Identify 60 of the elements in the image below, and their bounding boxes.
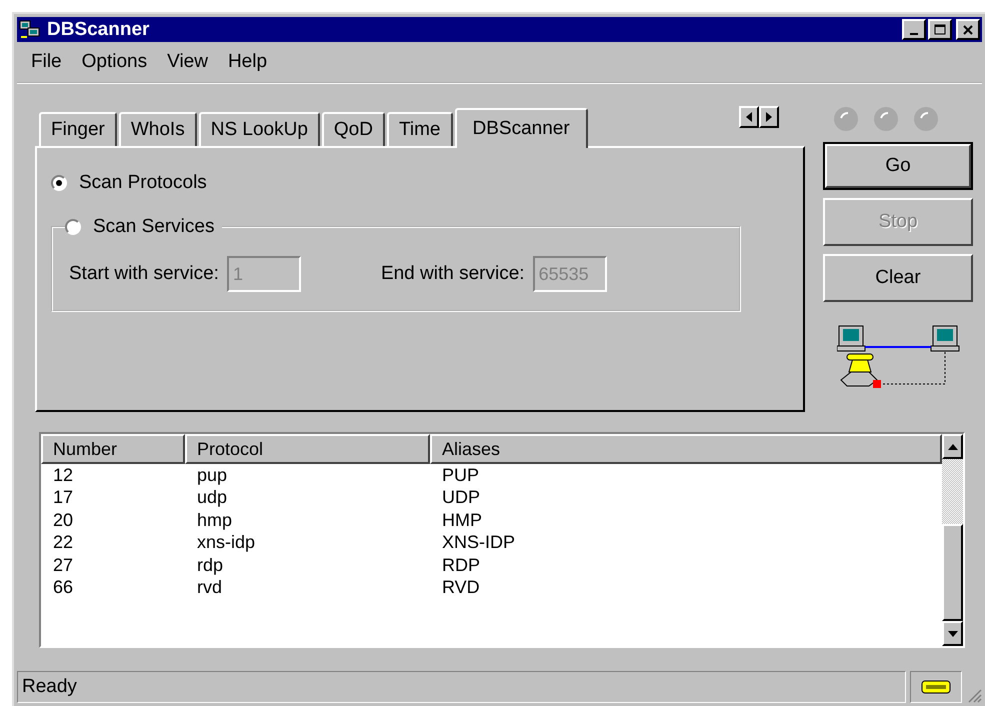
table-cell-text: RVD	[441, 577, 481, 598]
close-button[interactable]	[956, 19, 980, 40]
tab[interactable]: Time	[386, 112, 452, 146]
table-cell-text: XNS-IDP	[441, 532, 516, 554]
radio-button[interactable]: Scan Protocols	[51, 172, 207, 194]
table-cell-text: rdp	[196, 554, 224, 576]
up-arrow-icon	[948, 444, 958, 450]
indicator-light-icon	[913, 106, 939, 132]
down-arrow-icon	[948, 630, 958, 636]
tab[interactable]: NS LookUp	[198, 112, 320, 146]
table-cell-text: 12	[52, 464, 74, 486]
table-cell-text: 22	[52, 532, 74, 554]
right-arrow-icon	[766, 112, 772, 122]
column-header[interactable]: Protocol	[185, 434, 430, 464]
table-cell-text: hmp	[196, 510, 234, 531]
table-cell-text: 66	[52, 577, 74, 598]
scroll-right-button[interactable]	[759, 106, 779, 128]
column-header[interactable]: Aliases	[430, 434, 942, 464]
window-title: DBScanner	[47, 18, 150, 40]
table-cell-text: pup	[196, 464, 228, 486]
close-icon	[962, 24, 974, 36]
action-button[interactable]: Go	[825, 144, 971, 188]
minimize-icon	[910, 32, 918, 34]
menu-item[interactable]: Help	[218, 49, 278, 75]
table-cell-text: HMP	[441, 510, 483, 531]
table-cell-text: 27	[52, 554, 74, 576]
status-text: Ready	[17, 671, 906, 703]
scroll-left-button[interactable]	[739, 106, 759, 128]
minimize-button[interactable]	[902, 19, 926, 40]
maximize-icon	[934, 24, 946, 36]
tab[interactable]: Finger	[39, 112, 117, 146]
table-cell-text: RDP	[441, 554, 482, 576]
table-cell-text: rvd	[196, 577, 224, 598]
scrollbar-thumb[interactable]	[942, 524, 963, 621]
menu-item[interactable]: View	[157, 49, 218, 75]
field-label: End with service:	[380, 263, 525, 285]
menu-item[interactable]: Options	[72, 49, 158, 75]
left-arrow-icon	[746, 112, 752, 122]
table-cell-text: udp	[196, 487, 228, 508]
table-cell-text: xns-idp	[196, 532, 256, 554]
tab[interactable]: WhoIs	[118, 112, 197, 146]
column-header[interactable]: Number	[41, 434, 185, 464]
table-cell-text: 20	[52, 510, 74, 531]
tab[interactable]: QoD	[322, 112, 385, 146]
maximize-button[interactable]	[928, 19, 952, 40]
indicator-light-icon	[833, 106, 859, 132]
resize-grip-icon[interactable]	[966, 687, 982, 703]
table-cell-text: UDP	[441, 487, 482, 508]
connector-icon	[921, 680, 951, 694]
field-label: Start with service:	[69, 263, 219, 285]
menu-item[interactable]: File	[21, 49, 72, 75]
table-cell-text: 17	[52, 487, 74, 508]
scroll-down-button[interactable]	[942, 621, 963, 646]
action-button[interactable]: Clear	[823, 254, 973, 302]
radio-button[interactable]: Scan Services	[65, 216, 214, 238]
scroll-up-button[interactable]	[942, 434, 963, 459]
table-cell-text: PUP	[441, 464, 480, 486]
indicator-light-icon	[873, 106, 899, 132]
computers-icon	[19, 20, 41, 40]
tab[interactable]: DBScanner	[454, 108, 588, 148]
